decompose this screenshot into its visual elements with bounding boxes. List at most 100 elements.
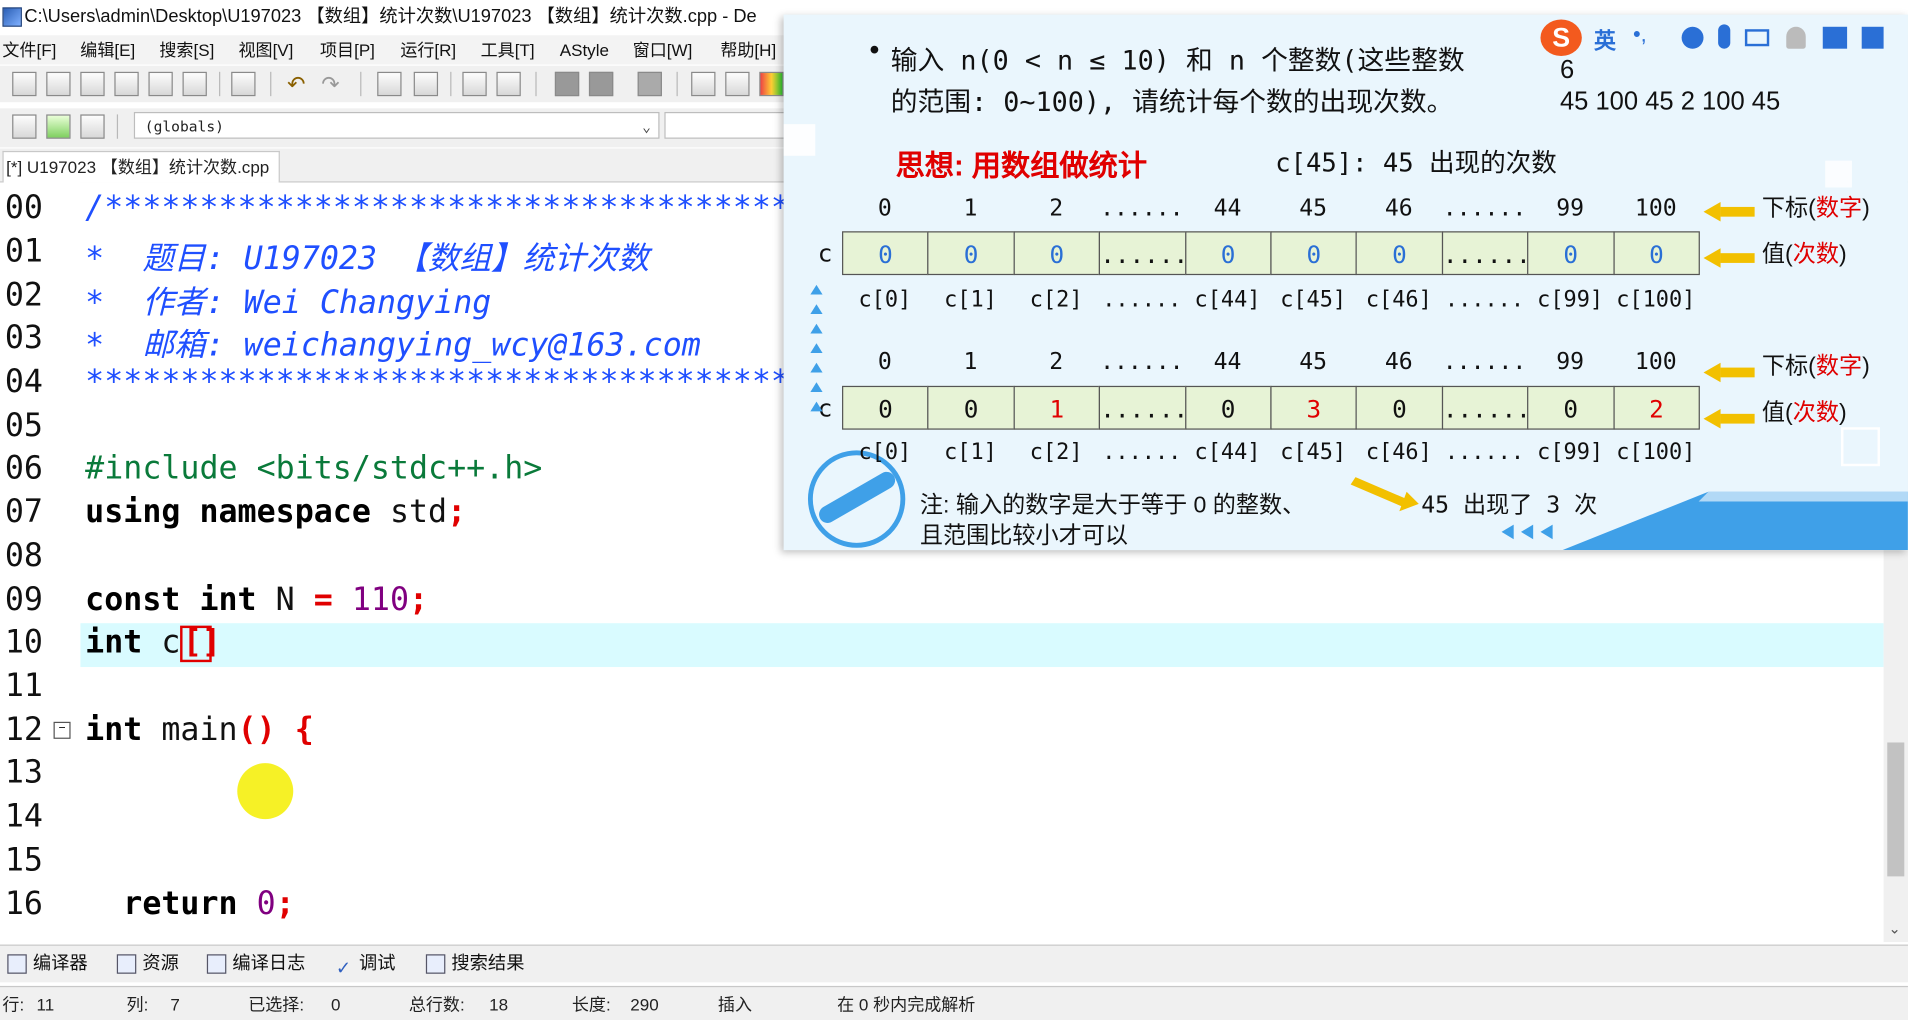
array-cell: 0 [927, 231, 1015, 276]
save-all-icon[interactable] [114, 71, 139, 97]
code-semicolon: ; [447, 494, 467, 531]
menu-run[interactable]: 运行[R] [400, 35, 456, 64]
forward-icon[interactable] [588, 71, 614, 97]
project-icon[interactable] [12, 114, 37, 139]
menu-window[interactable]: 窗口[W] [633, 35, 693, 64]
scope-select[interactable]: (globals) ⌄ [133, 111, 660, 139]
array-index: ...... [1100, 348, 1184, 375]
code-comment-author: * 作者: Wei Changying [85, 284, 492, 322]
menu-file[interactable]: 文件[F] [2, 35, 56, 64]
tab-search-results[interactable]: 搜索结果 [425, 951, 524, 978]
status-col-label: 列: [126, 994, 149, 1014]
line-number: 10 [4, 624, 43, 661]
array-index: 44 [1213, 194, 1242, 222]
array-label: c[45] [1280, 287, 1347, 313]
array-label: c[100] [1616, 287, 1696, 313]
line-number: 05 [4, 407, 43, 445]
code-main: int main() { [85, 712, 314, 749]
bookmark-icon[interactable] [637, 71, 662, 97]
array-index: 2 [1049, 348, 1064, 375]
line-number: 00 [4, 189, 43, 227]
undo-icon[interactable]: ↶ [287, 72, 311, 96]
code-comment-email: * 邮箱: weichangying_wcy@163.com [85, 327, 701, 364]
colors-icon[interactable] [759, 71, 784, 97]
scroll-up-arrow-icon [810, 382, 823, 392]
code-keyword: using namespace [85, 494, 371, 531]
array-index: 45 [1299, 348, 1328, 375]
user-icon[interactable] [1786, 26, 1806, 49]
back-icon[interactable] [554, 71, 580, 97]
line-number: 02 [4, 277, 43, 315]
ime-punctuation[interactable]: •, [1633, 22, 1647, 48]
code-keyword: return [123, 886, 238, 923]
fold-toggle-icon[interactable]: − [53, 721, 71, 739]
menu-astyle[interactable]: AStyle [560, 35, 609, 64]
close-all-icon[interactable] [182, 71, 207, 97]
open-file-icon[interactable] [46, 71, 71, 97]
array-label: c[46] [1365, 439, 1432, 465]
class-browser-icon[interactable] [80, 114, 105, 139]
layout-grid-icon[interactable] [691, 71, 716, 97]
code-operator: = [313, 581, 333, 619]
ime-language[interactable]: 英 [1594, 24, 1616, 56]
legend-arrow-shaft [1720, 253, 1755, 263]
unindent-icon[interactable] [496, 71, 521, 97]
array-label: c[1] [944, 287, 997, 313]
scroll-down-icon[interactable]: ⌄ [1888, 920, 1900, 937]
array-index: ...... [1100, 194, 1184, 222]
line-number: 12 [4, 712, 43, 749]
array-label: c[0] [858, 439, 912, 465]
add-icon[interactable] [46, 114, 71, 139]
emoji-icon[interactable] [1681, 26, 1704, 49]
array-cell: 0 [1270, 231, 1358, 276]
save-icon[interactable] [80, 71, 105, 97]
legend-value-2: 值(次数) [1761, 400, 1847, 427]
idea-heading: 思想: 用数组做统计 [895, 149, 1148, 183]
line-number: 14 [4, 798, 43, 835]
tab-resources[interactable]: 资源 [116, 951, 179, 978]
close-file-icon[interactable] [148, 71, 173, 97]
status-selected-label: 已选择: [248, 994, 305, 1014]
code-const: const int N = 110; [85, 582, 428, 619]
function-select[interactable] [664, 111, 787, 139]
replace-icon[interactable] [413, 71, 439, 97]
menu-search[interactable]: 搜索[S] [159, 35, 214, 64]
mouse-cursor-highlight [237, 763, 294, 820]
tab-compile-log[interactable]: 编译日志 [206, 951, 305, 978]
microphone-icon[interactable] [1718, 24, 1731, 49]
array-cell: 0 [842, 385, 929, 430]
menu-project[interactable]: 项目[P] [320, 35, 375, 64]
array-label: c[0] [858, 287, 912, 313]
bottom-panel-tabs: 编译器 资源 编译日志 ✓ 调试 搜索结果 [0, 944, 1908, 983]
menu-tools[interactable]: 工具[T] [481, 35, 535, 64]
skin-icon[interactable] [1822, 26, 1848, 49]
array-index: 100 [1634, 194, 1677, 222]
menu-view[interactable]: 视图[V] [238, 35, 293, 64]
menu-help[interactable]: 帮助[H] [720, 35, 776, 64]
redo-icon[interactable]: ↷ [321, 72, 345, 96]
chevron-down-icon: ⌄ [642, 118, 651, 136]
code-number: 110 [332, 581, 410, 619]
file-tab[interactable]: [*] U197023 【数组】统计次数.cpp [2, 150, 281, 183]
slide-bullet: • [866, 36, 883, 67]
tab-compiler[interactable]: 编译器 [7, 951, 88, 978]
tab-debug[interactable]: ✓ 调试 [336, 951, 396, 979]
scrollbar-thumb[interactable] [1887, 742, 1905, 877]
code-number: 0 [237, 886, 276, 923]
line-number: 11 [4, 668, 43, 705]
menu-edit[interactable]: 编辑[E] [80, 35, 135, 64]
keyboard-icon[interactable] [1744, 29, 1770, 47]
new-file-icon[interactable] [12, 71, 37, 97]
find-icon[interactable] [377, 71, 402, 97]
scroll-up-arrow-icon [810, 343, 823, 353]
status-row-label: 行: [2, 994, 25, 1014]
array-cell: ...... [1098, 231, 1188, 276]
array-cell: 0 [1355, 231, 1443, 276]
indent-icon[interactable] [462, 71, 487, 97]
ime-toolbar: S 英 •, [1528, 15, 1908, 69]
window-icon[interactable] [725, 71, 750, 97]
sogou-logo-icon[interactable]: S [1540, 19, 1582, 56]
array-index: 45 [1299, 194, 1328, 222]
toolbox-icon[interactable] [1861, 26, 1884, 49]
print-icon[interactable] [231, 71, 256, 97]
